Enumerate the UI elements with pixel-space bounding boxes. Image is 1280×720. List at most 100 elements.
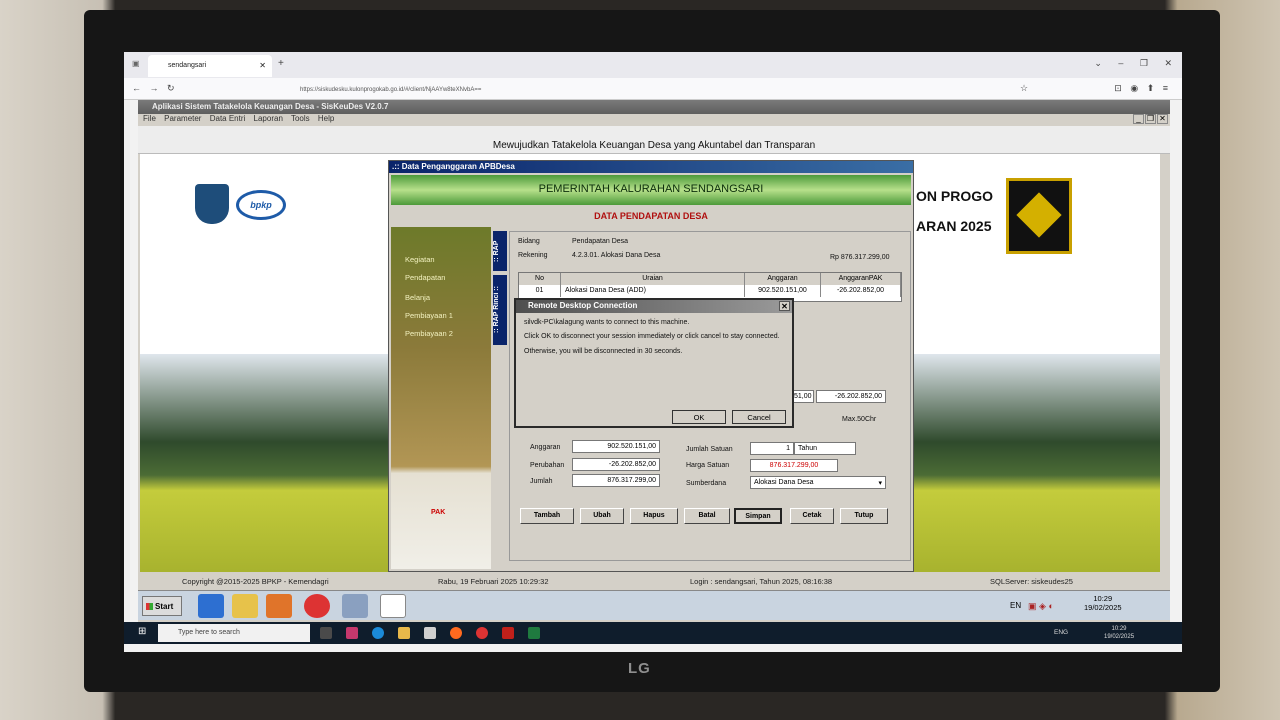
- rekening-value: 4.2.3.01. Alokasi Dana Desa: [572, 252, 661, 259]
- ie-icon[interactable]: [198, 594, 224, 618]
- cetak-button[interactable]: Cetak: [790, 508, 834, 524]
- jumlah-satuan-input[interactable]: 1: [750, 442, 794, 455]
- jumlah-satuan-label: Jumlah Satuan: [686, 446, 733, 453]
- bidang-label: Bidang: [518, 238, 540, 245]
- app-status-bar: Copyright @2015-2025 BPKP - Kemendagri R…: [138, 574, 1170, 590]
- taskbar-search-input[interactable]: Type here to search: [158, 624, 310, 642]
- url-bar[interactable]: https://siskudesku.kulonprogokab.go.id/#…: [300, 87, 481, 93]
- task-view-icon[interactable]: [320, 627, 332, 639]
- excel-icon[interactable]: [528, 627, 540, 639]
- rdp-message-2: Click OK to disconnect your session imme…: [524, 333, 780, 341]
- dialog-title: .:: Data Penganggaran APBDesa: [389, 161, 913, 173]
- sumberdana-value: Alokasi Dana Desa: [754, 479, 814, 486]
- browser-tab-bar: ▣ sendangsari ✕ + ⌄ – ❐ ✕: [124, 52, 1182, 78]
- monitor-logo: LG: [628, 660, 651, 677]
- tab-rap-rinci[interactable]: :: RAP Rinci ::: [493, 275, 507, 345]
- anggaran-field: 902.520.151,00: [572, 440, 660, 453]
- perubahan-label: Perubahan: [530, 462, 565, 469]
- firefox-icon[interactable]: [450, 627, 462, 639]
- col-uraian[interactable]: Uraian: [561, 273, 745, 285]
- siskeudes-icon[interactable]: [342, 594, 368, 618]
- app-menu-bar: File Parameter Data Entri Laporan Tools …: [138, 114, 1170, 126]
- remote-start-button[interactable]: Start: [142, 596, 182, 616]
- side-item-pembiayaan-2[interactable]: Pembiayaan 2: [405, 329, 453, 338]
- harga-satuan-input[interactable]: 876.317.299,00: [750, 459, 838, 472]
- side-item-belanja[interactable]: Belanja: [405, 293, 430, 302]
- rice-field-image-right: [910, 354, 1160, 572]
- table-row[interactable]: 01 Alokasi Dana Desa (ADD) 902.520.151,0…: [519, 285, 901, 297]
- status-datetime: Rabu, 19 Februari 2025 10:29:32: [438, 577, 549, 586]
- menu-file[interactable]: File: [143, 114, 156, 123]
- close-icon[interactable]: ✕: [779, 301, 790, 311]
- simpan-button[interactable]: Simpan: [734, 508, 782, 524]
- harga-satuan-label: Harga Satuan: [686, 462, 730, 469]
- tab-list-icon[interactable]: ▣: [132, 59, 140, 68]
- close-tab-icon[interactable]: ✕: [259, 61, 266, 70]
- file-explorer-icon[interactable]: [398, 627, 410, 639]
- anggaran-label: Anggaran: [530, 444, 561, 451]
- perubahan-field: -26.202.852,00: [572, 458, 660, 471]
- anggaran-year: ARAN 2025: [916, 218, 992, 234]
- dialog-header: PEMERINTAH KALURAHAN SENDANGSARI: [391, 175, 911, 205]
- cell-anggaran: 902.520.151,00: [745, 285, 821, 297]
- folder-icon[interactable]: [232, 594, 258, 618]
- cancel-button[interactable]: Cancel: [732, 410, 786, 424]
- col-anggaran[interactable]: Anggaran: [745, 273, 821, 285]
- satuan-input[interactable]: Tahun: [794, 442, 856, 455]
- browser-tab[interactable]: sendangsari ✕: [148, 55, 272, 77]
- copilot-icon[interactable]: [346, 627, 358, 639]
- nav-buttons[interactable]: ← → ↻: [132, 83, 175, 94]
- rekening-label: Rekening: [518, 252, 548, 259]
- menu-help[interactable]: Help: [318, 114, 334, 123]
- side-item-pendapatan[interactable]: Pendapatan: [405, 273, 445, 282]
- rekening-total: Rp 876.317.299,00: [830, 254, 890, 261]
- app-banner: Mewujudkan Tatakelola Keuangan Desa yang…: [138, 126, 1170, 154]
- remote-clock[interactable]: 10:29 19/02/2025: [1084, 594, 1122, 612]
- side-item-pembiayaan-1[interactable]: Pembiayaan 1: [405, 311, 453, 320]
- tutup-button[interactable]: Tutup: [840, 508, 888, 524]
- hapus-button[interactable]: Hapus: [630, 508, 678, 524]
- tab-rap[interactable]: :: RAP: [493, 231, 507, 271]
- remote-lang[interactable]: EN: [1010, 601, 1021, 610]
- remote-taskbar: Start EN ▣ ◈ ◐ 10:29 19/02/2025: [138, 590, 1170, 620]
- rdp-title: Remote Desktop Connection: [528, 301, 638, 310]
- pak-label: PAK: [431, 509, 446, 516]
- sumberdana-select[interactable]: Alokasi Dana Desa ▾: [750, 476, 886, 489]
- browser-tab-title: sendangsari: [168, 62, 207, 69]
- windows-start-icon[interactable]: ⊞: [138, 627, 148, 637]
- chevron-down-icon[interactable]: ▾: [878, 479, 882, 487]
- ok-button[interactable]: OK: [672, 410, 726, 424]
- chrome-taskbar-icon[interactable]: [476, 627, 488, 639]
- kemendagri-logo: [195, 184, 229, 224]
- remote-time: 10:29: [1093, 594, 1113, 603]
- bookmark-star-icon[interactable]: ☆: [1020, 83, 1028, 94]
- remote-tray-icons[interactable]: ▣ ◈ ◐: [1028, 601, 1054, 612]
- media-player-icon[interactable]: [266, 594, 292, 618]
- rdp-message-1: silvdk-PC\kalagung wants to connect to t…: [524, 319, 690, 326]
- acrobat-icon[interactable]: [502, 627, 514, 639]
- local-lang[interactable]: ENG: [1054, 629, 1068, 636]
- edge-icon[interactable]: [372, 627, 384, 639]
- menu-data-entri[interactable]: Data Entri: [210, 114, 246, 123]
- side-item-kegiatan[interactable]: Kegiatan: [405, 255, 435, 264]
- rdp-dialog: Remote Desktop Connection ✕ silvdk-PC\ka…: [514, 298, 794, 428]
- store-icon[interactable]: [424, 627, 436, 639]
- chrome-icon[interactable]: [304, 594, 330, 618]
- col-no[interactable]: No: [519, 273, 561, 285]
- browser-toolbar-icons[interactable]: ⊡ ◉ ⬆ ≡: [1114, 83, 1168, 94]
- menu-laporan[interactable]: Laporan: [254, 114, 283, 123]
- cell-no: 01: [519, 285, 561, 297]
- col-anggaran-pak[interactable]: AnggaranPAK: [821, 273, 901, 285]
- ubah-button[interactable]: Ubah: [580, 508, 624, 524]
- kulon-progo-seal: [1006, 178, 1072, 254]
- window-controls[interactable]: ⌄ – ❐ ✕: [1094, 58, 1172, 69]
- local-clock[interactable]: 10:29 19/02/2025: [1104, 625, 1134, 641]
- new-tab-icon[interactable]: +: [278, 58, 284, 69]
- menu-parameter[interactable]: Parameter: [164, 114, 201, 123]
- menu-tools[interactable]: Tools: [291, 114, 310, 123]
- batal-button[interactable]: Batal: [684, 508, 730, 524]
- jumlah-label: Jumlah: [530, 478, 553, 485]
- tambah-button[interactable]: Tambah: [520, 508, 574, 524]
- document-icon[interactable]: [380, 594, 406, 618]
- browser-nav-bar: ← → ↻ https://siskudesku.kulonprogokab.g…: [124, 78, 1182, 100]
